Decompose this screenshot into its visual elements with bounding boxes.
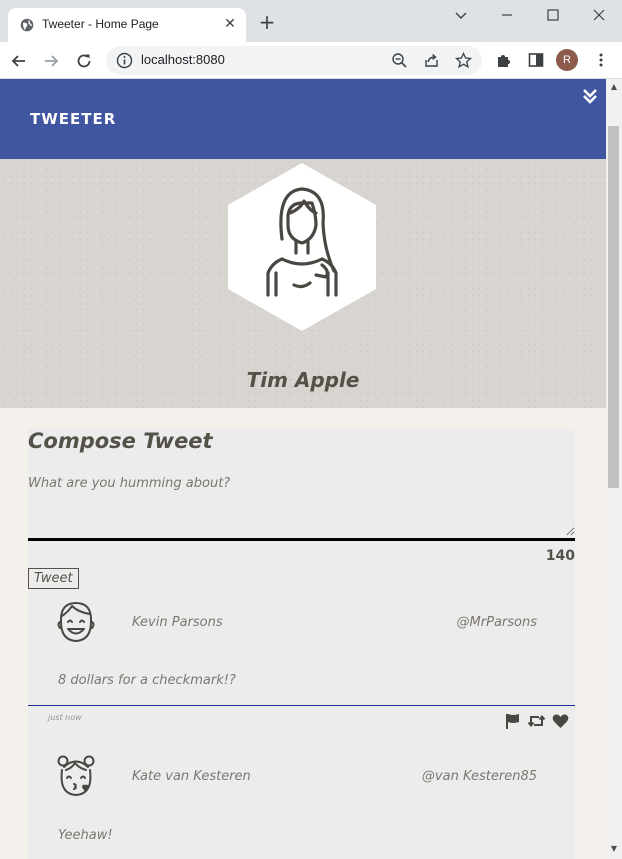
new-tab-button[interactable]: +	[258, 12, 276, 32]
profile-name: Tim Apple	[246, 368, 360, 392]
browser-profile-avatar[interactable]: R	[556, 49, 578, 71]
tweet-card: Kate van Kesteren @van Kesteren85 Yeehaw…	[28, 729, 575, 859]
browser-toolbar: localhost:8080 R	[0, 42, 622, 79]
input-underline	[28, 538, 575, 541]
compose-title: Compose Tweet	[28, 429, 213, 453]
smiling-boy-avatar-icon	[57, 602, 95, 642]
page-scrollbar[interactable]: ▲ ▼	[606, 79, 622, 859]
site-info-icon[interactable]	[116, 52, 133, 69]
reload-icon[interactable]	[74, 51, 94, 71]
kissing-girl-avatar-icon	[57, 755, 95, 796]
share-icon[interactable]	[423, 52, 440, 69]
zoom-out-icon[interactable]	[391, 52, 408, 69]
retweet-icon[interactable]	[527, 713, 545, 729]
scroll-down-arrow-icon[interactable]: ▼	[609, 844, 619, 854]
browser-tab[interactable]: Tweeter - Home Page ✕	[8, 8, 246, 42]
tweet-divider	[28, 705, 575, 706]
extensions-puzzle-icon[interactable]	[495, 51, 513, 69]
browser-tab-strip: Tweeter - Home Page ✕ +	[0, 0, 622, 42]
globe-icon	[20, 18, 34, 32]
back-arrow-icon[interactable]	[9, 51, 29, 71]
tweet-content: Yeehaw!	[58, 828, 113, 843]
bookmark-star-icon[interactable]	[455, 52, 472, 69]
tweet-text-input[interactable]	[28, 476, 575, 536]
profile-header: Tim Apple	[0, 159, 606, 408]
tweet-card: Kevin Parsons @MrParsons 8 dollars for a…	[28, 597, 575, 729]
brand-logo[interactable]: TWEETER	[30, 110, 116, 128]
tweet-author-handle: @MrParsons	[456, 615, 537, 630]
window-close-icon[interactable]	[589, 5, 609, 25]
minimize-icon[interactable]	[497, 5, 517, 25]
forward-arrow-icon[interactable]	[41, 51, 61, 71]
kebab-menu-icon[interactable]	[592, 51, 610, 69]
flag-icon[interactable]	[504, 713, 521, 729]
tweet-actions	[502, 713, 569, 729]
scroll-up-arrow-icon[interactable]: ▲	[609, 82, 619, 92]
tab-close-icon[interactable]: ✕	[221, 15, 239, 33]
tweet-submit-button[interactable]: Tweet	[28, 568, 79, 589]
main-container: Compose Tweet 140 Tweet Kevin Parsons @M…	[28, 429, 575, 859]
address-bar-url: localhost:8080	[141, 52, 225, 67]
scrollbar-thumb[interactable]	[608, 126, 619, 488]
address-bar[interactable]: localhost:8080	[106, 46, 482, 75]
tweet-author-handle: @van Kesteren85	[421, 769, 537, 784]
heart-icon[interactable]	[552, 713, 569, 729]
tweet-author-name: Kevin Parsons	[132, 615, 223, 630]
page-viewport: TWEETER Tim Apple Compose Tweet What are…	[0, 79, 606, 859]
double-chevron-down-icon[interactable]	[582, 87, 598, 105]
tweet-content: 8 dollars for a checkmark!?	[58, 673, 236, 688]
maximize-icon[interactable]	[543, 5, 563, 25]
hexagon-avatar-icon	[228, 163, 376, 331]
side-panel-icon[interactable]	[527, 51, 545, 69]
character-counter: 140	[545, 548, 575, 564]
tweet-timestamp: just now	[48, 713, 82, 722]
tab-title: Tweeter - Home Page	[42, 17, 159, 31]
tweet-author-name: Kate van Kesteren	[132, 769, 251, 784]
site-navbar: TWEETER	[0, 79, 606, 159]
tab-search-chevron-icon[interactable]	[451, 5, 471, 25]
